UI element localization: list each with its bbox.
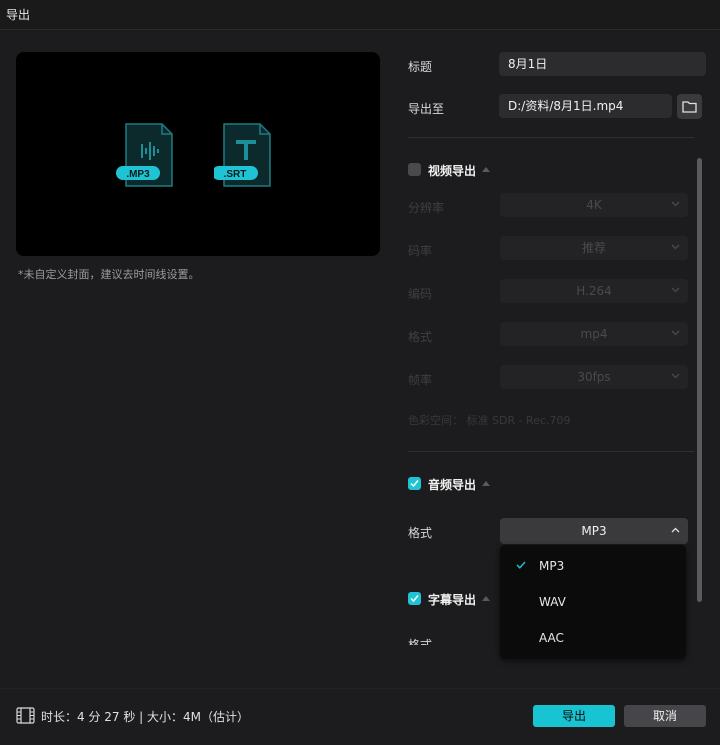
audio-format-dropdown: MP3 WAV AAC [500, 545, 686, 659]
divider [408, 137, 694, 138]
chevron-down-icon [671, 373, 680, 379]
audio-format-select[interactable]: MP3 [500, 518, 688, 544]
srt-badge: .SRT [224, 169, 247, 180]
subtitle-export-checkbox[interactable] [408, 592, 421, 605]
bitrate-select: 推荐 [500, 236, 688, 260]
title-bar: 导出 [0, 0, 720, 30]
bitrate-label: 码率 [408, 244, 433, 258]
framerate-select: 30fps [500, 365, 688, 389]
window-title: 导出 [6, 8, 31, 22]
collapse-icon[interactable] [482, 167, 490, 172]
mp3-file-icon: .MP3 [116, 122, 176, 188]
chevron-down-icon [671, 244, 680, 250]
resolution-select: 4K [500, 193, 688, 217]
export-to-label: 导出至 [408, 102, 445, 116]
dropdown-option-label: MP3 [539, 559, 565, 573]
cancel-button[interactable]: 取消 [624, 705, 706, 727]
framerate-value: 30fps [577, 370, 611, 384]
film-icon [16, 707, 35, 724]
settings-scrollbar[interactable] [697, 158, 702, 602]
framerate-label: 帧率 [408, 373, 433, 387]
video-export-checkbox[interactable] [408, 163, 421, 176]
check-icon [410, 595, 419, 603]
video-export-label: 视频导出 [428, 164, 477, 178]
subtitle-format-label: 格式 [408, 638, 433, 645]
audio-export-checkbox[interactable] [408, 477, 421, 490]
collapse-icon[interactable] [482, 481, 490, 486]
dropdown-option-mp3[interactable]: MP3 [500, 549, 686, 583]
folder-icon [682, 101, 697, 113]
title-input[interactable]: 8月1日 [499, 52, 706, 76]
divider [408, 451, 694, 452]
mp3-badge: .MP3 [126, 169, 150, 180]
resolution-label: 分辨率 [408, 201, 445, 215]
srt-file-icon: .SRT [212, 122, 274, 188]
codec-value: H.264 [576, 284, 612, 298]
chevron-up-icon [671, 527, 680, 533]
export-path-input[interactable]: D:/资料/8月1日.mp4 [499, 94, 672, 118]
export-button[interactable]: 导出 [533, 705, 615, 727]
check-icon [410, 480, 419, 488]
dropdown-option-label: WAV [539, 595, 566, 609]
chevron-down-icon [671, 330, 680, 336]
resolution-value: 4K [586, 198, 602, 212]
audio-format-label: 格式 [408, 526, 433, 540]
preview-panel: .MP3 .SRT [16, 52, 380, 256]
cover-note: *未自定义封面，建议去时间线设置。 [18, 268, 200, 281]
video-format-label: 格式 [408, 330, 433, 344]
dropdown-option-wav[interactable]: WAV [500, 585, 686, 619]
subtitle-export-label: 字幕导出 [428, 593, 477, 607]
collapse-icon[interactable] [482, 596, 490, 601]
browse-folder-button[interactable] [677, 94, 702, 119]
footer-divider [0, 688, 720, 689]
audio-export-label: 音频导出 [428, 478, 477, 492]
check-icon [516, 561, 526, 569]
title-label: 标题 [408, 60, 433, 74]
video-format-select: mp4 [500, 322, 688, 346]
audio-format-value: MP3 [581, 524, 607, 538]
video-format-value: mp4 [580, 327, 608, 341]
color-space-info: 色彩空间： 标准 SDR - Rec.709 [408, 414, 571, 427]
bitrate-value: 推荐 [581, 241, 606, 255]
chevron-down-icon [671, 287, 680, 293]
dropdown-option-aac[interactable]: AAC [500, 621, 686, 655]
chevron-down-icon [671, 201, 680, 207]
codec-label: 编码 [408, 287, 433, 301]
codec-select: H.264 [500, 279, 688, 303]
duration-size-info: 时长：4 分 27 秒 | 大小：4M（估计） [41, 710, 250, 724]
dropdown-option-label: AAC [539, 631, 564, 645]
